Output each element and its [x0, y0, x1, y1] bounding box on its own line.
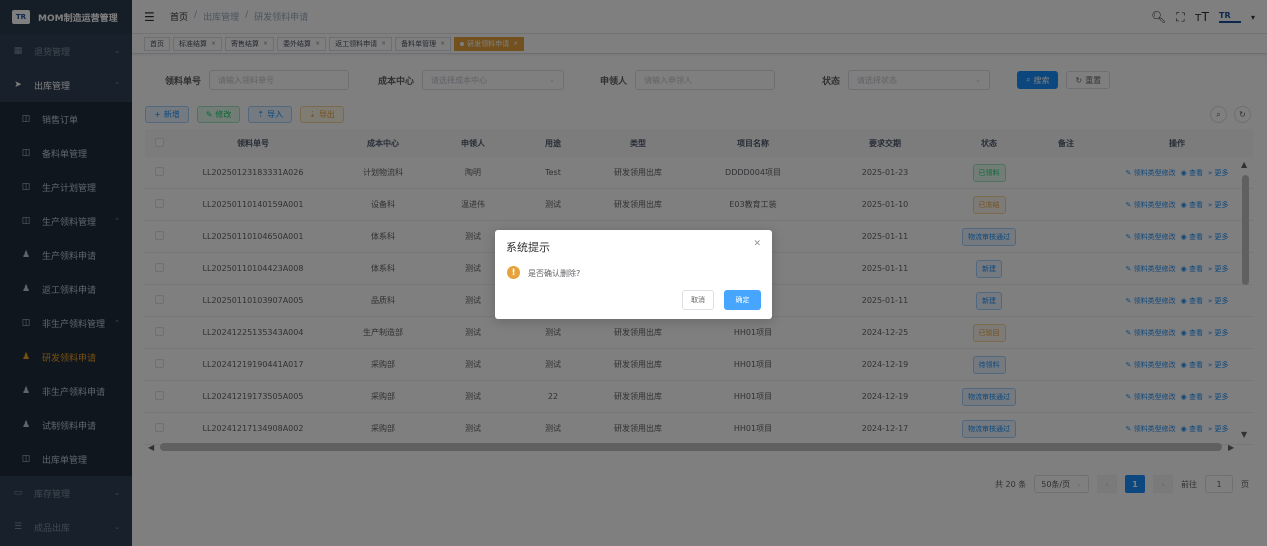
confirm-dialog: 系统提示 ✕ ! 是否确认删除? 取消 确定 [495, 230, 772, 319]
cancel-button[interactable]: 取消 [682, 290, 714, 310]
close-icon[interactable]: ✕ [753, 239, 761, 249]
confirm-button[interactable]: 确定 [724, 290, 761, 310]
warning-icon: ! [507, 266, 520, 279]
dialog-title: 系统提示 [506, 241, 550, 254]
dialog-message: 是否确认删除? [528, 269, 581, 278]
